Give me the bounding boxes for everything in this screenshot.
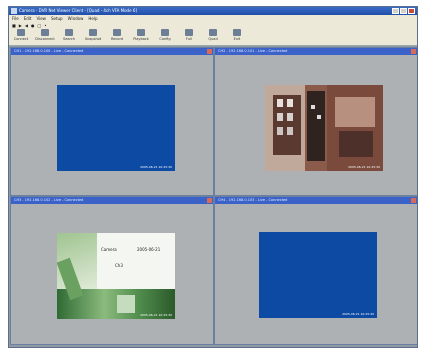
menu-bar: File Edit View Setup Window Help	[9, 15, 417, 22]
bullet-icon[interactable]: •	[44, 23, 46, 28]
menu-window[interactable]: Window	[68, 16, 84, 21]
pane-title-4[interactable]: CH4 - 192.168.0.103 - Live - Connected	[215, 197, 417, 204]
pane-title-text: CH3 - 192.168.0.102 - Live - Connected	[14, 198, 84, 202]
menu-view[interactable]: View	[36, 16, 46, 21]
toolbar-disconnect-button[interactable]: Disconnect	[35, 28, 55, 41]
video-feed-no-signal: 2005-06-21 10:25:30	[259, 232, 377, 318]
toolbar-snapshot-button[interactable]: Snapshot	[84, 28, 102, 41]
rewind-icon[interactable]: ◀	[25, 23, 28, 28]
timestamp: 2005-06-21 10:25:30	[348, 165, 380, 169]
video-pane-4[interactable]: CH4 - 192.168.0.103 - Live - Connected 2…	[214, 196, 417, 345]
overlay-text-2: 2005-06-21	[137, 247, 161, 252]
stop-icon[interactable]: ■	[12, 23, 16, 28]
toolbar-config-button[interactable]: Config	[156, 28, 174, 41]
pane-title-text: CH2 - 192.168.0.101 - Live - Connected	[218, 49, 288, 53]
play-icon[interactable]: ▶	[19, 23, 22, 28]
disconnect-icon	[41, 29, 49, 36]
timestamp: 2005-06-21 10:25:30	[342, 312, 374, 316]
title-bar[interactable]: Camera - DVR Net Viewer Client - [Quad -…	[9, 7, 417, 15]
pane-title-3[interactable]: CH3 - 192.168.0.102 - Live - Connected	[11, 197, 213, 204]
menu-setup[interactable]: Setup	[51, 16, 63, 21]
toolbar-quad-button[interactable]: Quad	[204, 28, 222, 41]
toolbar-record-button[interactable]: Record	[108, 28, 126, 41]
search-icon	[65, 29, 73, 36]
window-title: Camera - DVR Net Viewer Client - [Quad -…	[19, 8, 137, 13]
video-grid: CH1 - 192.168.0.100 - Live - Connected 2…	[10, 47, 417, 345]
timestamp: 2005-06-21 10:25:30	[140, 165, 172, 169]
pane-title-2[interactable]: CH2 - 192.168.0.101 - Live - Connected	[215, 48, 417, 55]
toolbar-connect-button[interactable]: Connect	[12, 28, 30, 41]
toolbar-search-button[interactable]: Search	[60, 28, 78, 41]
maximize-button[interactable]	[400, 8, 407, 14]
app-window: Camera - DVR Net Viewer Client - [Quad -…	[8, 6, 418, 348]
pane-title-text: CH4 - 192.168.0.103 - Live - Connected	[218, 198, 288, 202]
menu-file[interactable]: File	[12, 16, 19, 21]
close-icon[interactable]	[411, 49, 416, 54]
playback-icon	[137, 29, 145, 36]
pane-title-text: CH1 - 192.168.0.100 - Live - Connected	[14, 49, 84, 53]
close-button[interactable]	[408, 8, 415, 14]
overlay-text-3: Ch3	[115, 263, 123, 268]
frame-icon[interactable]: □	[37, 23, 41, 28]
quad-icon	[209, 29, 217, 36]
config-icon	[161, 29, 169, 36]
video-pane-1[interactable]: CH1 - 192.168.0.100 - Live - Connected 2…	[10, 47, 214, 196]
toolbar-playback-button[interactable]: Playback	[132, 28, 150, 41]
connect-icon	[17, 29, 25, 36]
menu-edit[interactable]: Edit	[24, 16, 32, 21]
record-icon	[113, 29, 121, 36]
close-icon[interactable]	[411, 198, 416, 203]
video-feed-overlay: Camera 2005-06-21 Ch3 2005-06-21 10:25:3…	[57, 233, 175, 319]
overlay-text-1: Camera	[101, 247, 117, 252]
exit-icon	[233, 29, 241, 36]
fullscreen-icon	[185, 29, 193, 36]
video-pane-3[interactable]: CH3 - 192.168.0.102 - Live - Connected C…	[10, 196, 214, 345]
toolbar-exit-button[interactable]: Exit	[228, 28, 246, 41]
minimize-button[interactable]	[392, 8, 399, 14]
video-feed-store: 2005-06-21 10:25:30	[265, 85, 383, 171]
main-toolbar: Connect Disconnect Search Snapshot Recor…	[9, 28, 417, 46]
snapshot-icon	[89, 29, 97, 36]
video-feed-no-signal: 2005-06-21 10:25:30	[57, 85, 175, 171]
toolbar-full-button[interactable]: Full	[180, 28, 198, 41]
video-pane-2[interactable]: CH2 - 192.168.0.101 - Live - Connected 2…	[214, 47, 417, 196]
timestamp: 2005-06-21 10:25:30	[140, 313, 172, 317]
close-icon[interactable]	[207, 49, 212, 54]
pane-title-1[interactable]: CH1 - 192.168.0.100 - Live - Connected	[11, 48, 213, 55]
record-dot-icon[interactable]: ●	[31, 23, 35, 28]
close-icon[interactable]	[207, 198, 212, 203]
app-icon	[11, 8, 17, 14]
menu-help[interactable]: Help	[88, 16, 97, 21]
